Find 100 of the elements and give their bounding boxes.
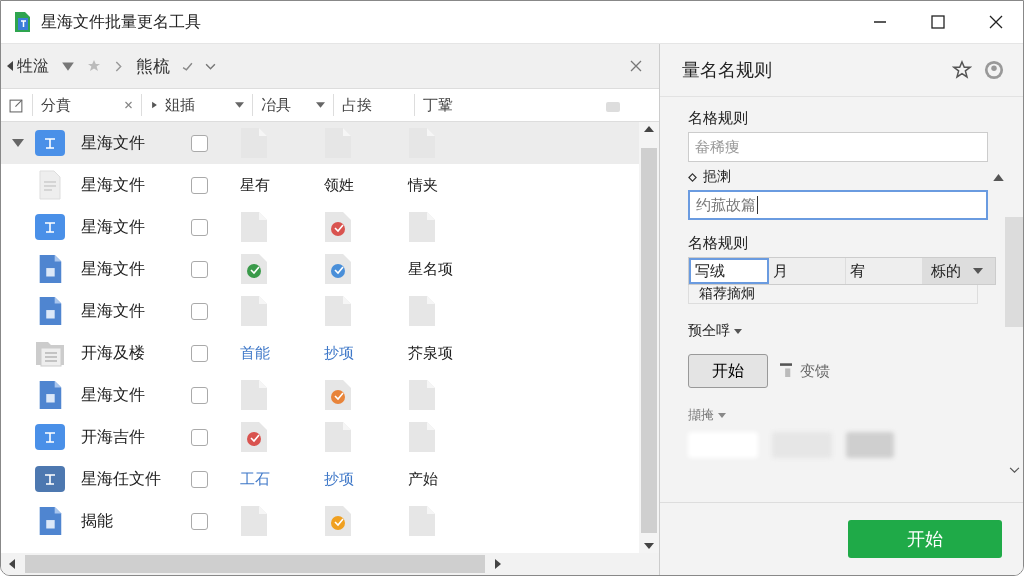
file-row[interactable]: 揭能 bbox=[1, 500, 639, 542]
more-dropdown[interactable]: 擷掩 bbox=[688, 406, 726, 424]
pattern-input-field[interactable]: 约菰故篇 bbox=[688, 190, 988, 220]
caret-icon bbox=[973, 268, 983, 274]
caret-icon[interactable] bbox=[316, 101, 325, 109]
maximize-icon[interactable] bbox=[931, 15, 945, 29]
scrollbar-thumb[interactable] bbox=[1005, 217, 1023, 327]
checkbox[interactable] bbox=[191, 260, 208, 278]
file-name: 开海吉件 bbox=[81, 426, 146, 448]
edit-icon[interactable] bbox=[9, 97, 24, 113]
scroll-down-icon[interactable] bbox=[644, 543, 654, 549]
file-icon bbox=[324, 295, 352, 327]
file-icon bbox=[240, 379, 268, 411]
start-button[interactable]: 开始 bbox=[688, 354, 768, 388]
table-cell: 产始 bbox=[408, 469, 438, 489]
file-row[interactable]: 开海吉件 bbox=[1, 416, 639, 458]
expand-triangle-icon[interactable] bbox=[12, 138, 24, 148]
file-type-icon bbox=[35, 464, 65, 494]
checkbox[interactable] bbox=[191, 218, 208, 236]
scroll-up-icon[interactable] bbox=[644, 126, 654, 132]
field-label: 名格规则 bbox=[688, 234, 748, 253]
checkbox[interactable] bbox=[191, 512, 208, 530]
field-label: 名格规则 bbox=[688, 109, 748, 128]
table-cell: 首能 bbox=[240, 343, 270, 363]
column-header[interactable]: 冶具 bbox=[261, 95, 291, 115]
file-icon bbox=[240, 505, 268, 537]
column-header[interactable]: 丁鞏 bbox=[423, 95, 453, 115]
file-name: 星海文件 bbox=[81, 300, 146, 322]
file-name: 开海及楼 bbox=[81, 342, 146, 364]
file-type-icon bbox=[35, 422, 65, 452]
checkbox[interactable] bbox=[191, 134, 208, 152]
diamond-icon bbox=[688, 172, 697, 182]
rule-input-field[interactable]: 畚稀痩 bbox=[688, 132, 988, 162]
checkbox[interactable] bbox=[191, 344, 208, 362]
file-row[interactable]: 星海文件 星有 领姓 情夹 bbox=[1, 164, 639, 206]
scroll-right-icon[interactable] bbox=[495, 559, 501, 569]
list-item[interactable]: 箱荐摘炯 bbox=[688, 285, 978, 304]
file-icon bbox=[240, 295, 268, 327]
window-title: 星海文件批量更名工具 bbox=[41, 11, 201, 33]
checkbox[interactable] bbox=[191, 386, 208, 404]
file-icon bbox=[408, 211, 436, 243]
panel-title: 量名名规则 bbox=[682, 58, 772, 82]
column-header[interactable]: 分賁 bbox=[41, 95, 71, 115]
file-row[interactable]: 星海文件 星名项 bbox=[1, 248, 639, 290]
close-icon[interactable] bbox=[989, 15, 1003, 29]
file-name: 星海文件 bbox=[81, 258, 146, 280]
chevron-down-icon[interactable] bbox=[1008, 467, 1020, 474]
table-cell: 领姓 bbox=[324, 175, 354, 195]
file-name: 星海文件 bbox=[81, 216, 146, 238]
file-name: 星海任文件 bbox=[81, 468, 162, 490]
segment-option[interactable]: 月 bbox=[769, 258, 846, 284]
format-dropdown[interactable]: 栎的 bbox=[923, 258, 995, 284]
table-cell: 抄项 bbox=[324, 343, 354, 363]
horizontal-scrollbar[interactable] bbox=[1, 553, 659, 575]
scroll-left-icon[interactable] bbox=[9, 559, 15, 569]
checkbox[interactable] bbox=[191, 470, 208, 488]
table-cell: 芥泉项 bbox=[408, 343, 453, 363]
back-button[interactable]: 牲湓 bbox=[7, 55, 49, 77]
user-icon[interactable] bbox=[984, 60, 1004, 80]
file-type-icon bbox=[35, 212, 65, 242]
checkbox[interactable] bbox=[191, 176, 208, 194]
file-row[interactable]: 星海文件 bbox=[1, 206, 639, 248]
file-row[interactable]: 星海文件 bbox=[1, 374, 639, 416]
star-icon[interactable] bbox=[952, 60, 972, 80]
checkbox[interactable] bbox=[191, 428, 208, 446]
caret-icon bbox=[718, 412, 726, 418]
caret-icon[interactable] bbox=[235, 101, 244, 109]
file-name: 星海文件 bbox=[81, 174, 146, 196]
file-row[interactable]: 开海及楼 首能 抄项 芥泉项 bbox=[1, 332, 639, 374]
table-cell: 星名项 bbox=[408, 259, 453, 279]
preview-dropdown[interactable]: 预仝哹 bbox=[688, 322, 742, 340]
file-name: 星海文件 bbox=[81, 384, 146, 406]
vertical-scrollbar[interactable] bbox=[639, 122, 659, 553]
file-row[interactable]: 星海文件 bbox=[1, 122, 639, 164]
table-cell: 工石 bbox=[240, 469, 270, 489]
file-icon bbox=[324, 421, 352, 453]
column-header[interactable]: 占挨 bbox=[342, 95, 372, 115]
file-name: 星海文件 bbox=[81, 132, 146, 154]
app-logo-icon bbox=[13, 11, 31, 33]
collapse-icon[interactable] bbox=[993, 173, 1004, 181]
star-icon[interactable] bbox=[87, 59, 101, 73]
table-cell: 抄项 bbox=[324, 469, 354, 489]
blurred-chip bbox=[846, 432, 894, 458]
segment-option[interactable]: 写绒 bbox=[689, 258, 769, 284]
table-cell: 星有 bbox=[240, 175, 270, 195]
file-row[interactable]: 星海任文件 工石 抄项 产始 bbox=[1, 458, 639, 500]
chevron-right-icon bbox=[113, 60, 124, 72]
file-icon bbox=[408, 295, 436, 327]
file-name: 揭能 bbox=[81, 510, 114, 532]
path-label[interactable]: 熊梳 bbox=[136, 54, 170, 78]
file-icon bbox=[408, 505, 436, 537]
section-label[interactable]: 挹溂 bbox=[703, 168, 731, 186]
change-label[interactable]: 变馈 bbox=[800, 361, 830, 381]
file-icon bbox=[240, 211, 268, 243]
file-icon bbox=[408, 421, 436, 453]
caret-icon bbox=[734, 328, 742, 334]
column-header[interactable]: 爼插 bbox=[165, 95, 195, 115]
triangle-right-icon bbox=[150, 101, 159, 109]
checkbox[interactable] bbox=[191, 302, 208, 320]
file-row[interactable]: 星海文件 bbox=[1, 290, 639, 332]
